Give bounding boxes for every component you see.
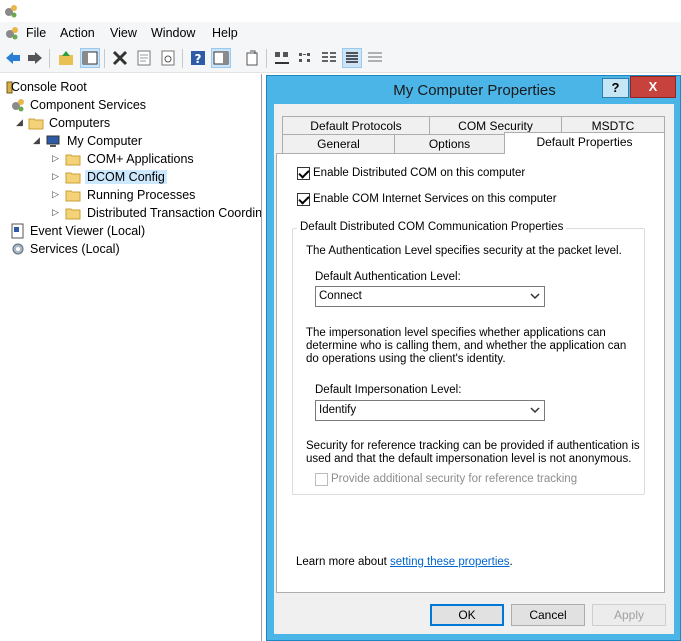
reference-tracking-checkbox[interactable]: [315, 473, 328, 486]
learn-more-suffix: .: [509, 556, 513, 568]
enable-dcom-checkbox[interactable]: [297, 167, 310, 180]
folder-icon: [28, 118, 44, 130]
menu-file[interactable]: File: [26, 26, 46, 40]
ok-button[interactable]: OK: [430, 604, 504, 626]
authentication-level-value: Connect: [319, 290, 362, 302]
impersonation-level-label: Default Impersonation Level:: [315, 384, 462, 396]
folder-icon: [65, 172, 81, 184]
reference-tracking-label: Provide additional security for referenc…: [331, 473, 578, 485]
learn-more-prefix: Learn more about: [296, 556, 390, 568]
expand-arrow-icon[interactable]: ▷: [52, 171, 59, 182]
authentication-level-select[interactable]: Connect: [315, 286, 545, 307]
tree-label: Distributed Transaction Coordinator: [87, 206, 262, 220]
component-services-icon: [12, 99, 24, 112]
component-services-app-icon: [5, 5, 17, 18]
folder-icon: [65, 154, 81, 166]
tab-options[interactable]: Options: [394, 134, 505, 153]
list-icon[interactable]: [319, 48, 339, 68]
toolbar-separator: [182, 49, 183, 68]
toolbar-separator: [49, 49, 50, 68]
tree-label: Console Root: [11, 80, 87, 94]
impersonation-level-select[interactable]: Identify: [315, 400, 545, 421]
small-icons-icon[interactable]: [296, 48, 316, 68]
enable-dcom-label: Enable Distributed COM on this computer: [313, 167, 526, 179]
tree-node-distributed-transaction-coordinator[interactable]: ▷ Distributed Transaction Coordinator: [52, 204, 262, 222]
toolbar: ?: [0, 44, 681, 73]
toolbar-separator: [266, 49, 267, 68]
expand-arrow-icon[interactable]: ▷: [52, 207, 59, 218]
enable-com-internet-label: Enable COM Internet Services on this com…: [313, 193, 557, 205]
tree-label: Services (Local): [30, 242, 120, 256]
help-button[interactable]: ?: [602, 78, 629, 98]
authentication-description: The Authentication Level specifies secur…: [306, 245, 622, 257]
chevron-down-icon: [530, 293, 540, 300]
forward-icon[interactable]: [25, 48, 45, 68]
impersonation-level-value: Identify: [319, 404, 357, 416]
services-gear-icon: [12, 243, 24, 255]
tree-label: Component Services: [30, 98, 147, 112]
tree-label: COM+ Applications: [87, 152, 194, 166]
action-pane-icon[interactable]: [211, 48, 231, 68]
tree-node-dcom-config[interactable]: ▷ DCOM Config: [52, 168, 261, 186]
export-icon[interactable]: [242, 48, 262, 68]
show-hide-tree-icon[interactable]: [80, 48, 100, 68]
cancel-button[interactable]: Cancel: [511, 604, 585, 626]
collapse-arrow-icon[interactable]: ◢: [16, 117, 23, 128]
menu-action[interactable]: Action: [60, 26, 95, 40]
expand-arrow-icon[interactable]: ▷: [52, 153, 59, 164]
tree-label: Event Viewer (Local): [30, 224, 146, 238]
help-icon[interactable]: ?: [188, 48, 208, 68]
tree-node-component-services[interactable]: Component Services: [10, 96, 210, 114]
tab-general[interactable]: General: [282, 134, 395, 153]
folder-icon: [65, 208, 81, 220]
expand-arrow-icon[interactable]: ▷: [52, 189, 59, 200]
window-title-bar: [0, 0, 681, 22]
reference-tracking-description: Security for reference tracking can be p…: [306, 440, 640, 465]
communication-properties-group: Default Distributed COM Communication Pr…: [292, 221, 645, 495]
tab-default-properties[interactable]: Default Properties: [504, 132, 665, 154]
toolbar-separator: [104, 49, 105, 68]
menu-help[interactable]: Help: [212, 26, 238, 40]
tree-node-computers[interactable]: ◢ Computers: [16, 114, 216, 132]
delete-icon[interactable]: [110, 48, 130, 68]
impersonation-description: The impersonation level specifies whethe…: [306, 327, 627, 365]
tree-node-my-computer[interactable]: ◢ My Computer: [33, 132, 233, 150]
event-viewer-icon: [11, 223, 24, 239]
tree-node-console-root[interactable]: Console Root: [2, 78, 202, 96]
apply-button[interactable]: Apply: [592, 604, 666, 626]
tab-page-default-properties: Enable Distributed COM on this computer …: [276, 153, 665, 593]
collapse-arrow-icon[interactable]: ◢: [33, 135, 40, 146]
system-menu-icon[interactable]: [4, 25, 20, 41]
close-button[interactable]: X: [630, 76, 676, 98]
computer-icon: [46, 135, 60, 147]
details-icon[interactable]: [342, 48, 362, 68]
svg-text:?: ?: [195, 52, 202, 66]
refresh-icon[interactable]: [158, 48, 178, 68]
learn-more-link[interactable]: setting these properties: [390, 556, 510, 568]
folder-icon: [65, 190, 81, 202]
tree-label: Computers: [49, 116, 111, 130]
tab-default-protocols[interactable]: Default Protocols: [282, 116, 430, 135]
tree-label: Running Processes: [87, 188, 196, 202]
tree-node-running-processes[interactable]: ▷ Running Processes: [52, 186, 261, 204]
tree-node-event-viewer[interactable]: Event Viewer (Local): [10, 222, 210, 240]
learn-more-text: Learn more about setting these propertie…: [296, 556, 513, 568]
console-tree-pane: Console Root Component Services ◢ Comput…: [0, 74, 262, 641]
tree-node-com-plus-applications[interactable]: ▷ COM+ Applications: [52, 150, 261, 168]
columns-icon[interactable]: [365, 48, 385, 68]
properties-icon[interactable]: [134, 48, 154, 68]
menu-bar: File Action View Window Help: [0, 22, 681, 44]
authentication-level-label: Default Authentication Level:: [315, 271, 461, 283]
up-folder-icon[interactable]: [56, 48, 76, 68]
large-icons-icon[interactable]: [272, 48, 292, 68]
menu-window[interactable]: Window: [151, 26, 195, 40]
tree-node-services[interactable]: Services (Local): [10, 240, 210, 258]
menu-view[interactable]: View: [110, 26, 137, 40]
back-icon[interactable]: [3, 48, 23, 68]
tree-label: DCOM Config: [85, 170, 167, 184]
enable-com-internet-checkbox[interactable]: [297, 193, 310, 206]
group-title: Default Distributed COM Communication Pr…: [297, 221, 567, 233]
tree-label: My Computer: [67, 134, 143, 148]
chevron-down-icon: [530, 407, 540, 414]
